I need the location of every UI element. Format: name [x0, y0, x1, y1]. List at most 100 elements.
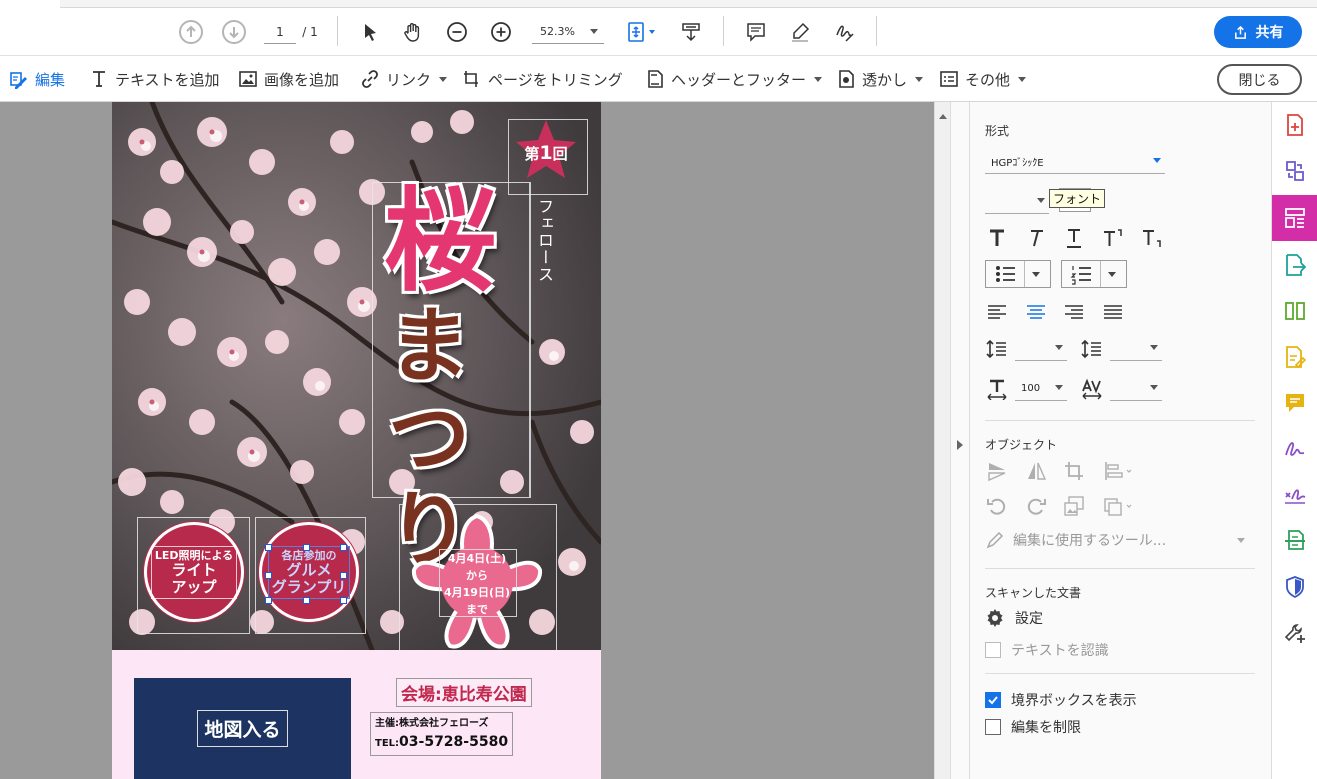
send-for-signature-tool[interactable] [1272, 426, 1317, 472]
subscript-icon[interactable] [1140, 226, 1164, 250]
header-footer-button[interactable]: ヘッダーとフッター [645, 66, 823, 92]
fill-sign-tool[interactable] [1272, 334, 1317, 380]
align-center-icon[interactable] [1024, 300, 1048, 324]
crop-pages-button[interactable]: ページをトリミング [462, 66, 623, 92]
link-button[interactable]: リンク [360, 66, 448, 92]
superscript-icon[interactable] [1101, 226, 1125, 250]
edit-button[interactable]: 編集 [9, 66, 65, 92]
close-button[interactable]: 閉じる [1217, 64, 1302, 95]
select-cursor-icon[interactable] [354, 16, 386, 48]
align-justify-icon[interactable] [1101, 300, 1125, 324]
protect-tool[interactable] [1272, 564, 1317, 610]
bullet-list-select[interactable] [985, 260, 1051, 288]
edit-using-tool-select[interactable]: 編集に使用するツール... [985, 528, 1255, 552]
character-spacing-select[interactable] [1110, 377, 1162, 401]
align-right-icon[interactable] [1062, 300, 1086, 324]
resize-handle[interactable] [303, 544, 310, 551]
next-page-button[interactable] [222, 20, 246, 44]
expand-panel-icon[interactable] [957, 440, 963, 450]
add-image-button[interactable]: 画像を追加 [238, 66, 339, 92]
line-spacing-icon[interactable] [985, 337, 1009, 361]
edition-badge[interactable]: 第1回 [512, 142, 580, 164]
vertical-scrollbar[interactable] [934, 102, 950, 779]
disc-text-box-selected[interactable]: 各店参加の グルメ グランプリ [267, 545, 351, 599]
resize-handle[interactable] [340, 544, 347, 551]
bold-text-icon[interactable] [985, 226, 1009, 250]
recognize-text-row[interactable]: テキストを認識 [985, 640, 1109, 660]
italic-text-icon[interactable] [1024, 226, 1048, 250]
panel-collapse-strip[interactable] [950, 102, 970, 779]
badge-suffix: 回 [552, 145, 568, 163]
fit-page-button[interactable] [620, 16, 660, 48]
comment-icon[interactable] [740, 16, 772, 48]
scroll-up-icon[interactable] [939, 114, 947, 119]
zoom-out-icon[interactable] [441, 16, 473, 48]
format-panel: 形式 HGPｺﾞｼｯｸE 100 オブジェクト 編集に使用するツール... スキ… [970, 102, 1271, 779]
crop-icon[interactable] [1062, 459, 1086, 483]
company-vertical-text[interactable]: フェロース [535, 198, 556, 283]
resize-handle[interactable] [340, 572, 347, 579]
create-pdf-tool[interactable] [1272, 102, 1317, 148]
enhance-scans-tool[interactable] [1272, 518, 1317, 564]
document-canvas[interactable]: 第1回 フェロース 桜 ま つ り LED照明による ライト アップ 各店参加の… [0, 102, 934, 779]
comment-tool[interactable] [1272, 380, 1317, 426]
cherry-blossom-photo[interactable]: 第1回 フェロース 桜 ま つ り LED照明による ライト アップ 各店参加の… [112, 102, 601, 650]
font-size-select[interactable] [985, 190, 1049, 214]
resize-handle[interactable] [303, 597, 310, 604]
replace-image-icon[interactable] [1062, 494, 1086, 518]
more-tools[interactable] [1272, 610, 1317, 656]
zoom-select[interactable]: 52.3% [532, 20, 604, 44]
font-family-select[interactable]: HGPｺﾞｼｯｸE [985, 150, 1165, 174]
certificates-tool[interactable] [1272, 472, 1317, 518]
underline-text-icon[interactable] [1062, 226, 1086, 250]
organizer-text[interactable]: 主催:株式会社フェローズ TEL:03-5728-5580 [370, 712, 514, 756]
event-dates[interactable]: 4月4日(土) から 4月19日(日) まで [437, 550, 517, 618]
resize-handle[interactable] [340, 597, 347, 604]
resize-handle[interactable] [265, 597, 272, 604]
highlight-pen-icon[interactable] [784, 16, 816, 48]
resize-handle[interactable] [265, 572, 272, 579]
rotate-right-icon[interactable] [1024, 494, 1048, 518]
rotate-left-icon[interactable] [985, 494, 1009, 518]
feature-disc-lightup[interactable]: LED照明による ライト アップ [144, 522, 244, 622]
date-line: から [466, 569, 488, 582]
restrict-edit-row[interactable]: 編集を制限 [985, 717, 1081, 737]
edit-pdf-tool[interactable] [1272, 195, 1317, 241]
settings-row[interactable]: 設定 [985, 608, 1043, 628]
disc-title: アップ [171, 577, 217, 596]
restrict-edit-checkbox[interactable] [985, 719, 1001, 735]
export-pdf-tool[interactable] [1272, 242, 1317, 288]
flip-vertical-icon[interactable] [985, 459, 1009, 483]
show-bbox-row[interactable]: 境界ボックスを表示 [985, 690, 1137, 710]
line-spacing-select[interactable] [1015, 337, 1067, 361]
zoom-in-icon[interactable] [485, 16, 517, 48]
title-sakura[interactable]: 桜 [384, 186, 534, 298]
character-spacing-icon[interactable] [1080, 377, 1104, 401]
arrange-objects-icon[interactable] [1101, 494, 1135, 518]
sign-icon[interactable] [828, 16, 860, 48]
paragraph-spacing-select[interactable] [1110, 337, 1162, 361]
watermark-button[interactable]: 透かし [836, 66, 924, 92]
page-number-input[interactable]: 1 [264, 20, 296, 44]
align-left-icon[interactable] [985, 300, 1009, 324]
add-text-button[interactable]: テキストを追加 [89, 66, 220, 92]
numbered-list-select[interactable] [1061, 260, 1127, 288]
venue-text[interactable]: 会場:恵比寿公園 [396, 678, 532, 707]
horizontal-scale-select[interactable]: 100 [1015, 377, 1067, 401]
combine-files-tool[interactable] [1272, 148, 1317, 194]
resize-handle[interactable] [265, 544, 272, 551]
poster-page[interactable]: 第1回 フェロース 桜 ま つ り LED照明による ライト アップ 各店参加の… [112, 102, 601, 779]
scroll-mode-icon[interactable] [675, 16, 707, 48]
horizontal-scale-icon[interactable] [985, 377, 1009, 401]
recognize-text-checkbox[interactable] [985, 642, 1001, 658]
share-button[interactable]: 共有 [1214, 16, 1302, 48]
previous-page-button[interactable] [179, 20, 203, 44]
align-objects-icon[interactable] [1101, 459, 1135, 483]
show-bbox-checkbox[interactable] [985, 692, 1001, 708]
paragraph-spacing-icon[interactable] [1080, 337, 1104, 361]
more-button[interactable]: その他 [939, 66, 1027, 92]
organize-pages-tool[interactable] [1272, 288, 1317, 334]
hand-tool-icon[interactable] [397, 16, 429, 48]
map-placeholder[interactable]: 地図入る [134, 678, 351, 779]
flip-horizontal-icon[interactable] [1024, 459, 1048, 483]
